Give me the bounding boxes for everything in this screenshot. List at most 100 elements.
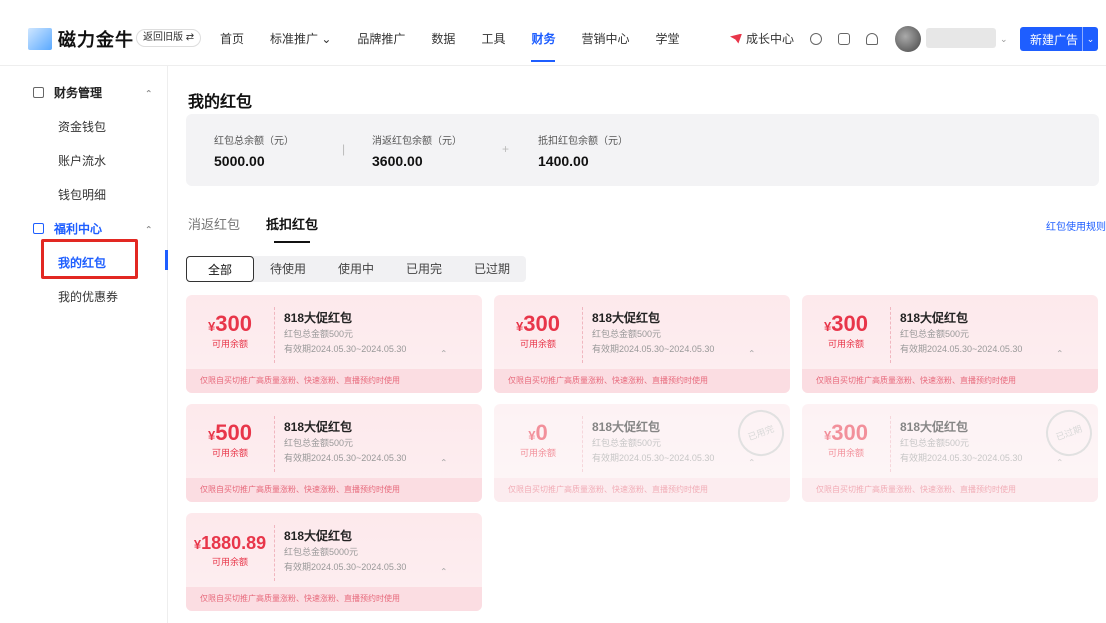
red-packet-card[interactable]: ¥500 可用余额 818大促红包 红包总金额500元 有效期2024.05.3… xyxy=(186,404,482,502)
card-divider xyxy=(890,416,891,472)
brand-name: 磁力金牛 xyxy=(58,30,134,50)
card-total: 红包总金额5000元 xyxy=(284,547,359,557)
sidebar-item-account-flow[interactable]: 账户流水 xyxy=(58,152,106,169)
chevron-up-icon[interactable]: ⌄ xyxy=(440,456,448,467)
filter-all[interactable]: 全部 xyxy=(186,256,254,282)
card-validity: 有效期2024.05.30~2024.05.30 xyxy=(592,453,715,463)
nav-item-home[interactable]: 首页 xyxy=(220,30,244,62)
nav-item-marketing-center[interactable]: 营销中心 xyxy=(581,30,629,62)
summary-value: 5000.00 xyxy=(214,153,265,169)
nav-item-academy[interactable]: 学堂 xyxy=(655,30,679,62)
packet-tabs: 消返红包 抵扣红包 xyxy=(188,214,344,243)
red-packet-card[interactable]: ¥300 可用余额 818大促红包 红包总金额500元 有效期2024.05.3… xyxy=(802,404,1098,502)
card-amount: ¥0 xyxy=(528,420,548,445)
red-packet-card[interactable]: ¥300 可用余额 818大促红包 红包总金额500元 有效期2024.05.3… xyxy=(494,295,790,393)
bell-icon[interactable] xyxy=(866,32,879,45)
filter-pending[interactable]: 待使用 xyxy=(254,256,322,282)
card-usage-note: 仅限自买切推广高质量涨粉、快速涨粉、直播预约时使用 xyxy=(802,478,1098,502)
sidebar-item-wallet-detail[interactable]: 钱包明细 xyxy=(58,186,106,203)
nav-item-standard-promo[interactable]: 标准推广 ⌄ xyxy=(270,30,331,62)
card-validity: 有效期2024.05.30~2024.05.30 xyxy=(284,562,407,572)
nav-item-tools[interactable]: 工具 xyxy=(481,30,505,62)
card-amount: ¥1880.89 xyxy=(193,533,267,553)
card-divider xyxy=(274,525,275,581)
sidebar: 财务管理 ⌄ 资金钱包 账户流水 钱包明细 福利中心 ⌄ 我的红包 我的优惠券 xyxy=(17,66,168,623)
summary-total: 红包总余额（元） 5000.00 xyxy=(214,132,294,169)
chevron-up-icon[interactable]: ⌄ xyxy=(440,565,448,576)
chevron-up-icon[interactable]: ⌄ xyxy=(1056,456,1064,467)
card-title: 818大促红包 xyxy=(900,311,969,325)
chevron-down-icon[interactable]: ⌄ xyxy=(1000,34,1008,45)
sidebar-item-fund-wallet[interactable]: 资金钱包 xyxy=(58,118,106,135)
card-title: 818大促红包 xyxy=(592,311,661,325)
brand-logo[interactable]: 磁力金牛 xyxy=(28,26,134,52)
username-redacted[interactable] xyxy=(926,28,996,48)
red-packet-card[interactable]: ¥0 可用余额 818大促红包 红包总金额500元 有效期2024.05.30~… xyxy=(494,404,790,502)
card-available-label: 可用余额 xyxy=(211,557,248,567)
chevron-up-icon: ⌄ xyxy=(145,88,153,98)
avatar[interactable] xyxy=(895,26,921,52)
card-total: 红包总金额500元 xyxy=(900,438,970,448)
filter-used-up[interactable]: 已用完 xyxy=(390,256,458,282)
summary-cashback: 消返红包余额（元） 3600.00 xyxy=(372,132,462,169)
card-available-label: 可用余额 xyxy=(211,339,248,349)
red-packet-card[interactable]: ¥300 可用余额 818大促红包 红包总金额500元 有效期2024.05.3… xyxy=(186,295,482,393)
red-packet-card[interactable]: ¥1880.89 可用余额 818大促红包 红包总金额5000元 有效期2024… xyxy=(186,513,482,611)
new-ad-button[interactable]: 新建广告 ⌄ xyxy=(1020,27,1098,51)
card-total: 红包总金额500元 xyxy=(900,329,970,339)
chevron-up-icon[interactable]: ⌄ xyxy=(1056,347,1064,358)
nav-item-brand-promo[interactable]: 品牌推广 xyxy=(357,30,405,62)
card-usage-note: 仅限自买切推广高质量涨粉、快速涨粉、直播预约时使用 xyxy=(186,587,482,611)
filter-in-use[interactable]: 使用中 xyxy=(322,256,390,282)
chevron-up-icon[interactable]: ⌄ xyxy=(748,456,756,467)
logo-icon xyxy=(28,28,52,50)
summary-plus: + xyxy=(502,142,510,156)
sidebar-group-welfare[interactable]: 福利中心 ⌄ xyxy=(33,220,153,237)
sidebar-item-my-coupons[interactable]: 我的优惠券 xyxy=(58,288,118,305)
growth-center-link[interactable]: 成长中心 xyxy=(730,30,794,47)
return-old-version-button[interactable]: 返回旧版 ⇄ xyxy=(136,29,202,47)
filter-expired[interactable]: 已过期 xyxy=(458,256,526,282)
highlight-box xyxy=(41,239,138,279)
top-navbar: 磁力金牛 返回旧版 ⇄ 首页 标准推广 ⌄ 品牌推广 数据 工具 财务 营销中心… xyxy=(0,0,1106,66)
card-title: 818大促红包 xyxy=(284,420,353,434)
sidebar-group-label: 福利中心 xyxy=(54,222,103,236)
edit-icon[interactable] xyxy=(838,32,851,45)
page-title: 我的红包 xyxy=(188,94,253,111)
nav-item-finance[interactable]: 财务 xyxy=(531,30,556,62)
card-usage-note: 仅限自买切推广高质量涨粉、快速涨粉、直播预约时使用 xyxy=(494,369,790,393)
tab-cashback[interactable]: 消返红包 xyxy=(188,214,240,243)
nav-item-data[interactable]: 数据 xyxy=(431,30,455,62)
chevron-up-icon[interactable]: ⌄ xyxy=(440,347,448,358)
card-validity: 有效期2024.05.30~2024.05.30 xyxy=(900,344,1023,354)
card-available-label: 可用余额 xyxy=(211,448,248,458)
summary-value: 3600.00 xyxy=(372,153,423,169)
sidebar-group-finance[interactable]: 财务管理 ⌄ xyxy=(33,84,153,101)
card-total: 红包总金额500元 xyxy=(592,329,662,339)
card-validity: 有效期2024.05.30~2024.05.30 xyxy=(900,453,1023,463)
red-packet-card[interactable]: ¥300 可用余额 818大促红包 红包总金额500元 有效期2024.05.3… xyxy=(802,295,1098,393)
card-available-label: 可用余额 xyxy=(827,448,864,458)
chevron-up-icon[interactable]: ⌄ xyxy=(748,347,756,358)
chevron-down-icon[interactable]: ⌄ xyxy=(1082,27,1098,51)
card-available-label: 可用余额 xyxy=(827,339,864,349)
card-amount: ¥300 xyxy=(208,311,252,336)
card-title: 818大促红包 xyxy=(900,420,969,434)
card-total: 红包总金额500元 xyxy=(592,438,662,448)
sidebar-group-label: 财务管理 xyxy=(54,86,103,100)
help-icon[interactable] xyxy=(810,32,823,45)
wallet-icon xyxy=(33,87,44,98)
main-content: 我的红包 红包总余额（元） 5000.00 | 消返红包余额（元） 3600.0… xyxy=(168,66,1106,623)
card-divider xyxy=(274,416,275,472)
header-tools: 成长中心 xyxy=(730,30,879,47)
used-up-stamp: 已用完 xyxy=(731,404,790,463)
card-total: 红包总金额500元 xyxy=(284,438,354,448)
tab-deduction[interactable]: 抵扣红包 xyxy=(266,214,318,243)
card-validity: 有效期2024.05.30~2024.05.30 xyxy=(284,453,407,463)
card-available-label: 可用余额 xyxy=(519,339,556,349)
usage-rules-link[interactable]: 红包使用规则 xyxy=(1046,218,1106,233)
gift-icon xyxy=(33,223,44,234)
growth-center-label: 成长中心 xyxy=(746,32,795,46)
card-amount: ¥300 xyxy=(824,311,868,336)
growth-icon xyxy=(730,33,742,44)
